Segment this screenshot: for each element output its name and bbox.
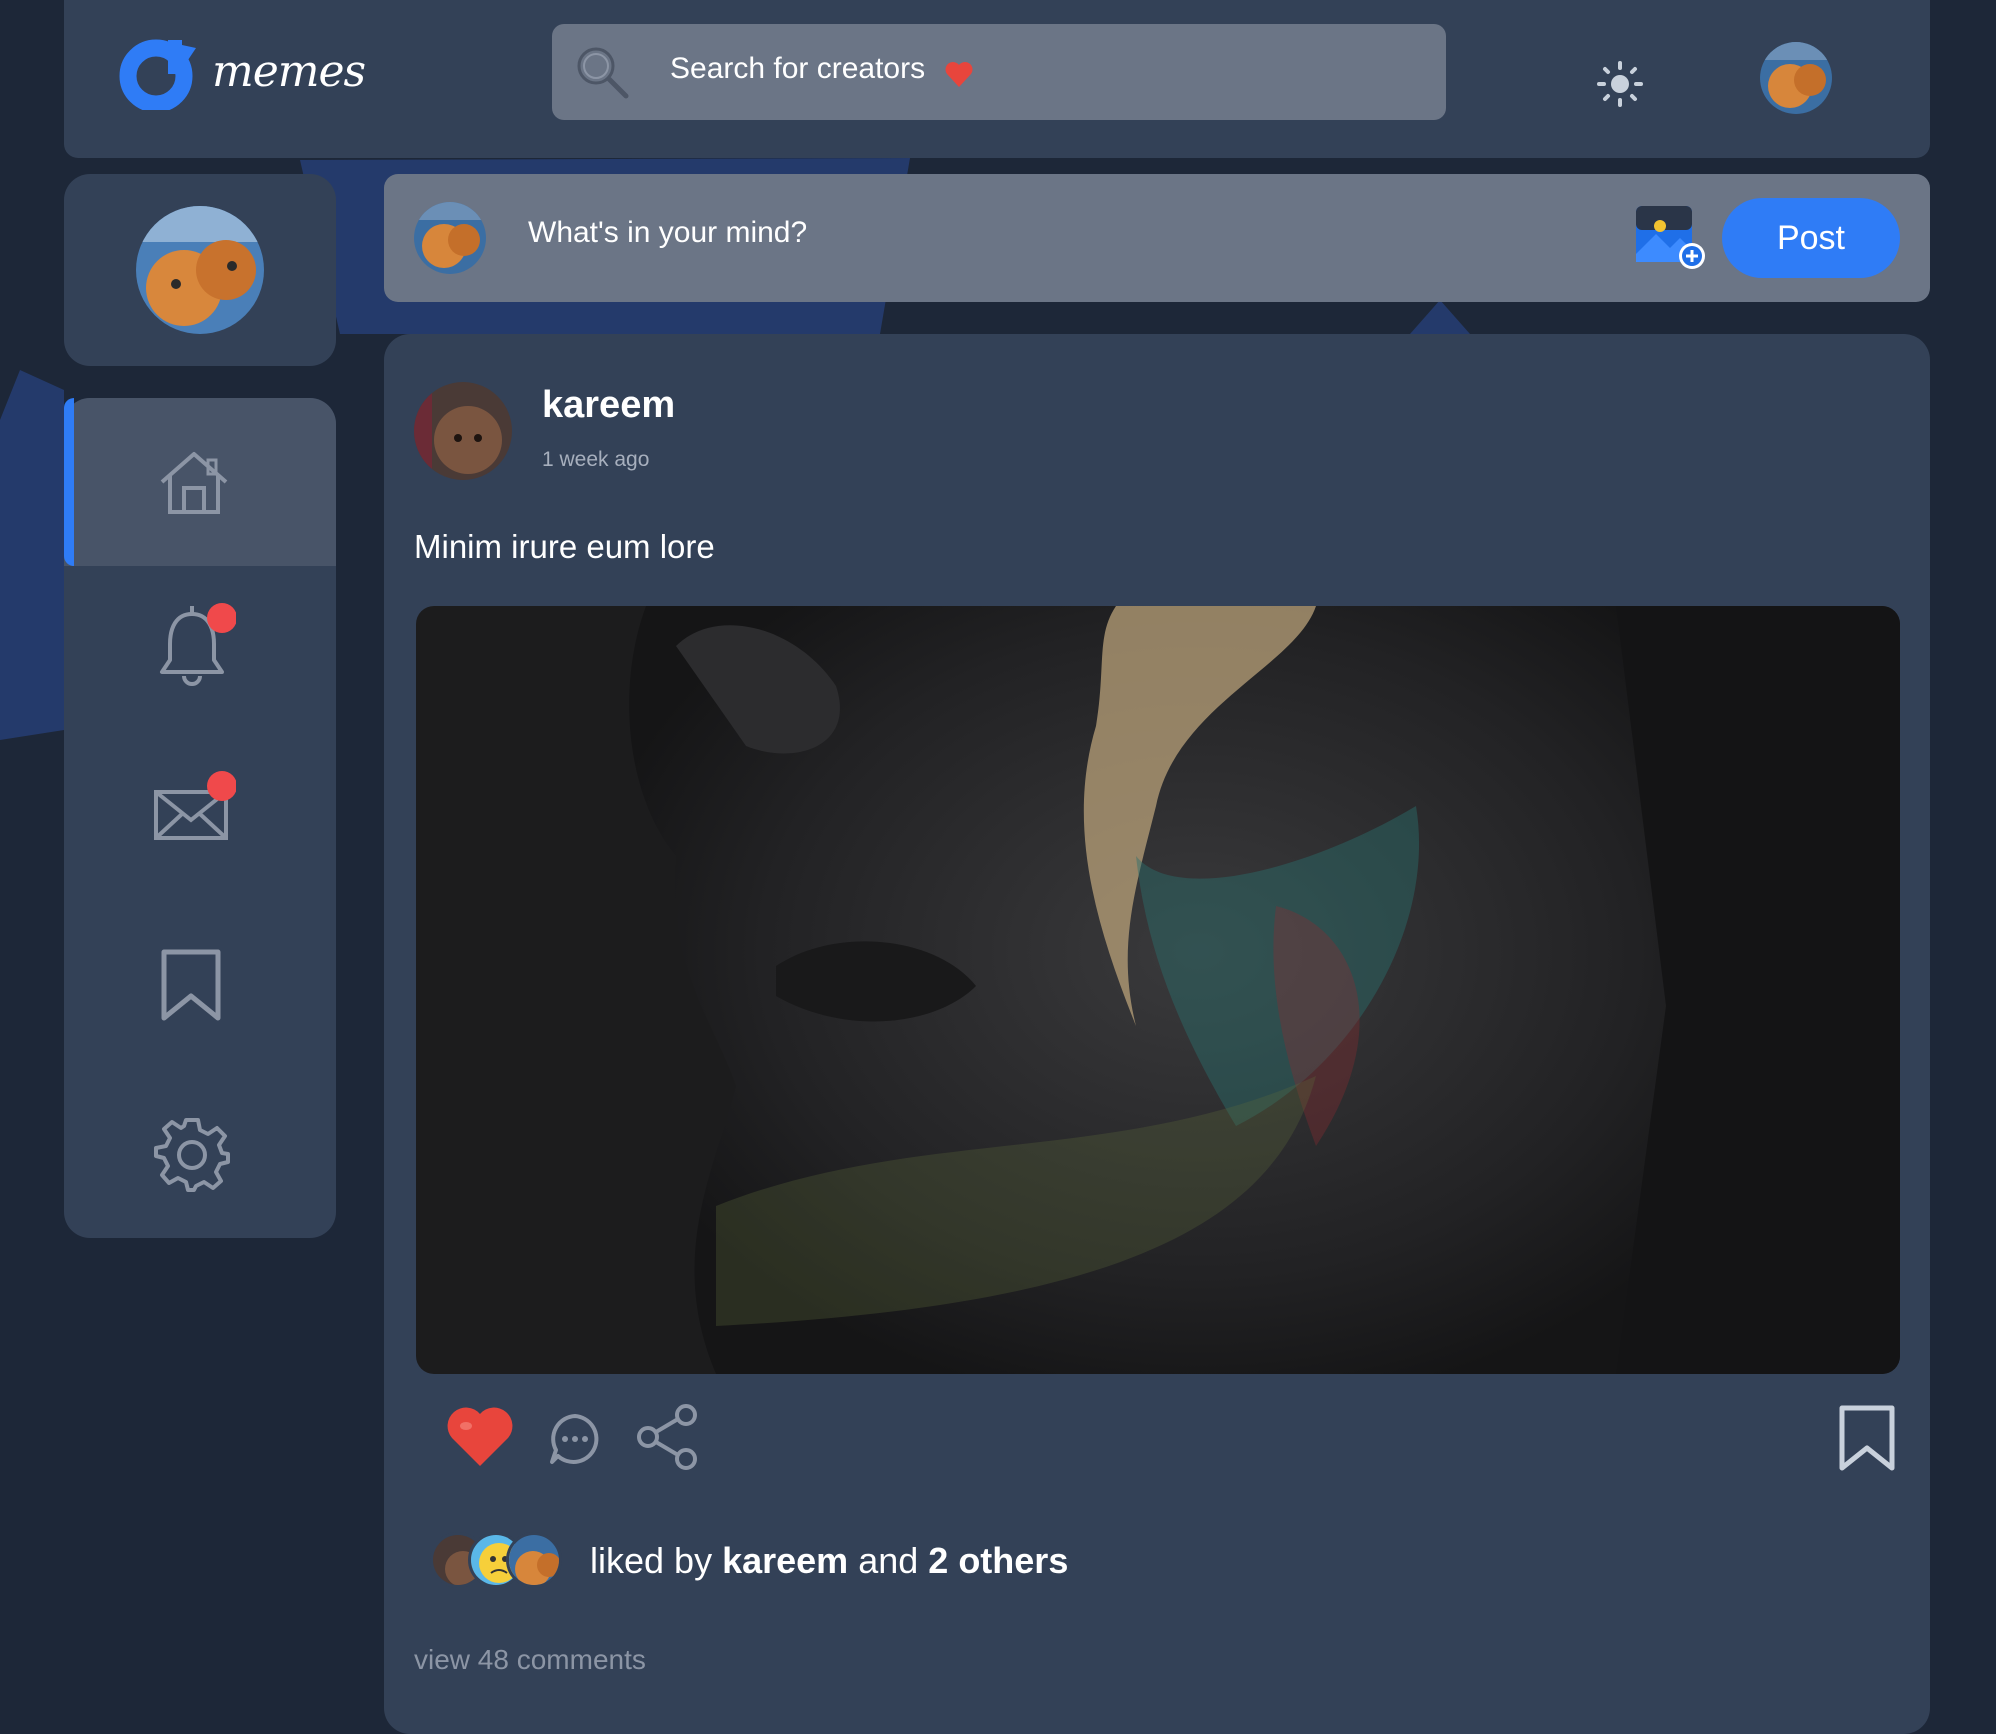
- post-button[interactable]: Post: [1722, 198, 1900, 278]
- search-placeholder: Search for creators: [670, 52, 926, 85]
- profile-avatar[interactable]: [136, 206, 264, 334]
- message-badge: [207, 771, 236, 801]
- search-icon: [577, 47, 629, 99]
- gear-icon: [154, 1118, 230, 1192]
- share-icon[interactable]: [636, 1404, 698, 1470]
- liker-avatar: [506, 1532, 562, 1588]
- bookmark-icon: [161, 949, 221, 1021]
- author-name[interactable]: kareem: [542, 384, 675, 427]
- bookmark-icon[interactable]: [1838, 1404, 1896, 1472]
- notification-badge: [207, 603, 236, 633]
- post-image[interactable]: [416, 606, 1900, 1374]
- likes-prefix: liked by: [590, 1540, 713, 1581]
- logo-icon[interactable]: [116, 36, 206, 110]
- view-comments-link[interactable]: view 48 comments: [414, 1644, 646, 1676]
- user-avatar[interactable]: [1760, 42, 1832, 114]
- add-image-icon[interactable]: [1634, 204, 1706, 270]
- likes-others[interactable]: 2 others: [928, 1540, 1068, 1581]
- author-avatar[interactable]: [414, 382, 512, 480]
- heart-icon: [945, 62, 973, 87]
- logo-text[interactable]: memes: [212, 46, 366, 97]
- bell-icon: [160, 603, 236, 686]
- active-indicator: [64, 398, 74, 566]
- liker-name[interactable]: kareem: [722, 1540, 848, 1581]
- home-icon: [160, 452, 228, 514]
- composer-input[interactable]: What's in your mind?: [528, 216, 807, 250]
- post-timestamp: 1 week ago: [542, 448, 650, 471]
- mail-icon: [154, 771, 236, 840]
- comment-icon[interactable]: [548, 1412, 602, 1466]
- likes-summary[interactable]: liked by kareem and 2 others: [590, 1540, 1068, 1582]
- post-text: Minim irure eum lore: [414, 528, 715, 565]
- heart-icon[interactable]: [446, 1404, 514, 1468]
- sun-icon[interactable]: [1596, 60, 1644, 108]
- composer-avatar: [414, 202, 486, 274]
- likes-joiner: and: [858, 1540, 919, 1581]
